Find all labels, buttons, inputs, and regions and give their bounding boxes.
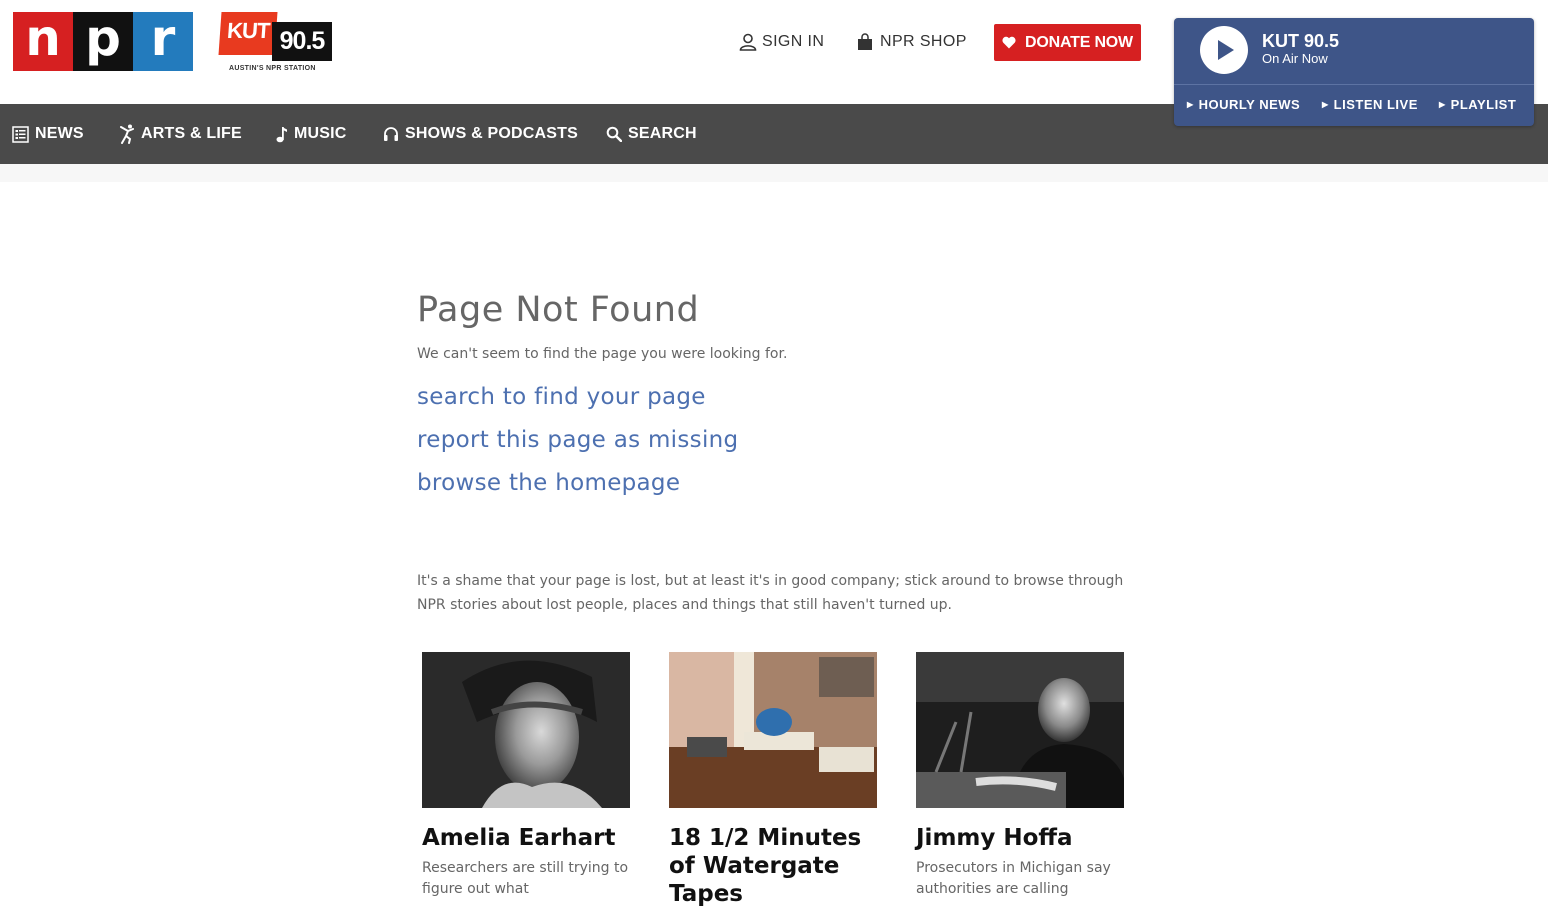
story-title[interactable]: 18 1/2 Minutes of Watergate Tapes: [669, 824, 879, 907]
live-player: KUT 90.5 On Air Now ▶ HOURLY NEWS ▶ LIST…: [1174, 18, 1534, 126]
story-card: 18 1/2 Minutes of Watergate Tapes: [669, 652, 879, 907]
hourly-news-label: HOURLY NEWS: [1198, 97, 1301, 112]
story-title[interactable]: Jimmy Hoffa: [916, 824, 1126, 852]
npr-logo-n: n: [13, 12, 73, 71]
station-logo[interactable]: KUT 90.5 AUSTIN'S NPR STATION: [218, 12, 332, 74]
donate-label: DONATE NOW: [1025, 33, 1133, 51]
story-description: Prosecutors in Michigan say authorities …: [916, 860, 1111, 897]
caret-right-icon: ▶: [1439, 100, 1446, 109]
caret-right-icon: ▶: [1322, 100, 1329, 109]
story-title[interactable]: Amelia Earhart: [422, 824, 632, 852]
nav-news-label: NEWS: [35, 125, 84, 142]
search-link[interactable]: search to find your page: [417, 384, 1137, 427]
page-subtitle: We can't seem to find the page you were …: [417, 346, 788, 362]
caret-right-icon: ▶: [1187, 100, 1194, 109]
newspaper-icon: [12, 125, 29, 143]
npr-logo-p: p: [73, 12, 133, 71]
player-divider: [1174, 84, 1534, 85]
nav-item-search[interactable]: SEARCH: [606, 124, 697, 144]
nav-music-label: MUSIC: [294, 125, 347, 142]
donate-button[interactable]: DONATE NOW: [994, 24, 1141, 61]
nav-shows-label: SHOWS & PODCASTS: [405, 125, 578, 142]
headphones-icon: [383, 126, 399, 142]
sub-nav-strip: [0, 164, 1548, 182]
shopping-bag-icon: [857, 33, 875, 51]
npr-shop-link[interactable]: NPR SHOP: [857, 30, 967, 54]
recovery-links: search to find your page report this pag…: [417, 384, 1137, 513]
player-status: On Air Now: [1262, 51, 1328, 66]
player-station-name: KUT 90.5: [1262, 31, 1340, 51]
nav-item-arts-life[interactable]: ARTS & LIFE: [119, 124, 242, 144]
nav-arts-label: ARTS & LIFE: [141, 125, 242, 142]
station-logo-frequency: 90.5: [272, 22, 332, 61]
playlist-link[interactable]: ▶ PLAYLIST: [1439, 97, 1516, 112]
user-icon: [739, 33, 757, 51]
listen-live-label: LISTEN LIVE: [1333, 97, 1418, 112]
hourly-news-link[interactable]: ▶ HOURLY NEWS: [1187, 97, 1300, 112]
search-icon: [606, 126, 622, 142]
story-description: Researchers are still trying to figure o…: [422, 860, 629, 897]
nav-search-label: SEARCH: [628, 125, 697, 142]
npr-shop-label: NPR SHOP: [880, 33, 967, 50]
lost-things-blurb: It's a shame that your page is lost, but…: [417, 573, 1124, 613]
music-note-icon: [276, 126, 288, 143]
nav-item-shows-podcasts[interactable]: SHOWS & PODCASTS: [383, 124, 578, 144]
homepage-link[interactable]: browse the homepage: [417, 470, 1137, 513]
station-logo-kut: KUT: [218, 12, 278, 55]
nav-item-news[interactable]: NEWS: [12, 124, 84, 144]
sign-in-link[interactable]: SIGN IN: [739, 30, 824, 54]
sign-in-label: SIGN IN: [762, 33, 825, 50]
story-card: Amelia Earhart Researchers are still try…: [422, 652, 632, 900]
play-icon: [1218, 40, 1234, 60]
playlist-label: PLAYLIST: [1450, 97, 1517, 112]
npr-logo-r: r: [133, 12, 193, 71]
page-title: Page Not Found: [417, 290, 700, 330]
npr-logo[interactable]: n p r: [13, 12, 193, 71]
heart-icon: [1002, 36, 1016, 49]
dancer-icon: [119, 124, 135, 144]
story-image-amelia-earhart[interactable]: [422, 652, 630, 808]
story-image-watergate-tapes[interactable]: [669, 652, 877, 808]
nav-item-music[interactable]: MUSIC: [276, 124, 347, 144]
not-found-content: Page Not Found We can't seem to find the…: [417, 290, 1137, 513]
station-logo-tagline: AUSTIN'S NPR STATION: [229, 65, 316, 72]
story-card: Jimmy Hoffa Prosecutors in Michigan say …: [916, 652, 1126, 900]
listen-live-link[interactable]: ▶ LISTEN LIVE: [1322, 97, 1418, 112]
report-missing-link[interactable]: report this page as missing: [417, 427, 1137, 470]
story-image-jimmy-hoffa[interactable]: [916, 652, 1124, 808]
play-button[interactable]: [1200, 26, 1248, 74]
